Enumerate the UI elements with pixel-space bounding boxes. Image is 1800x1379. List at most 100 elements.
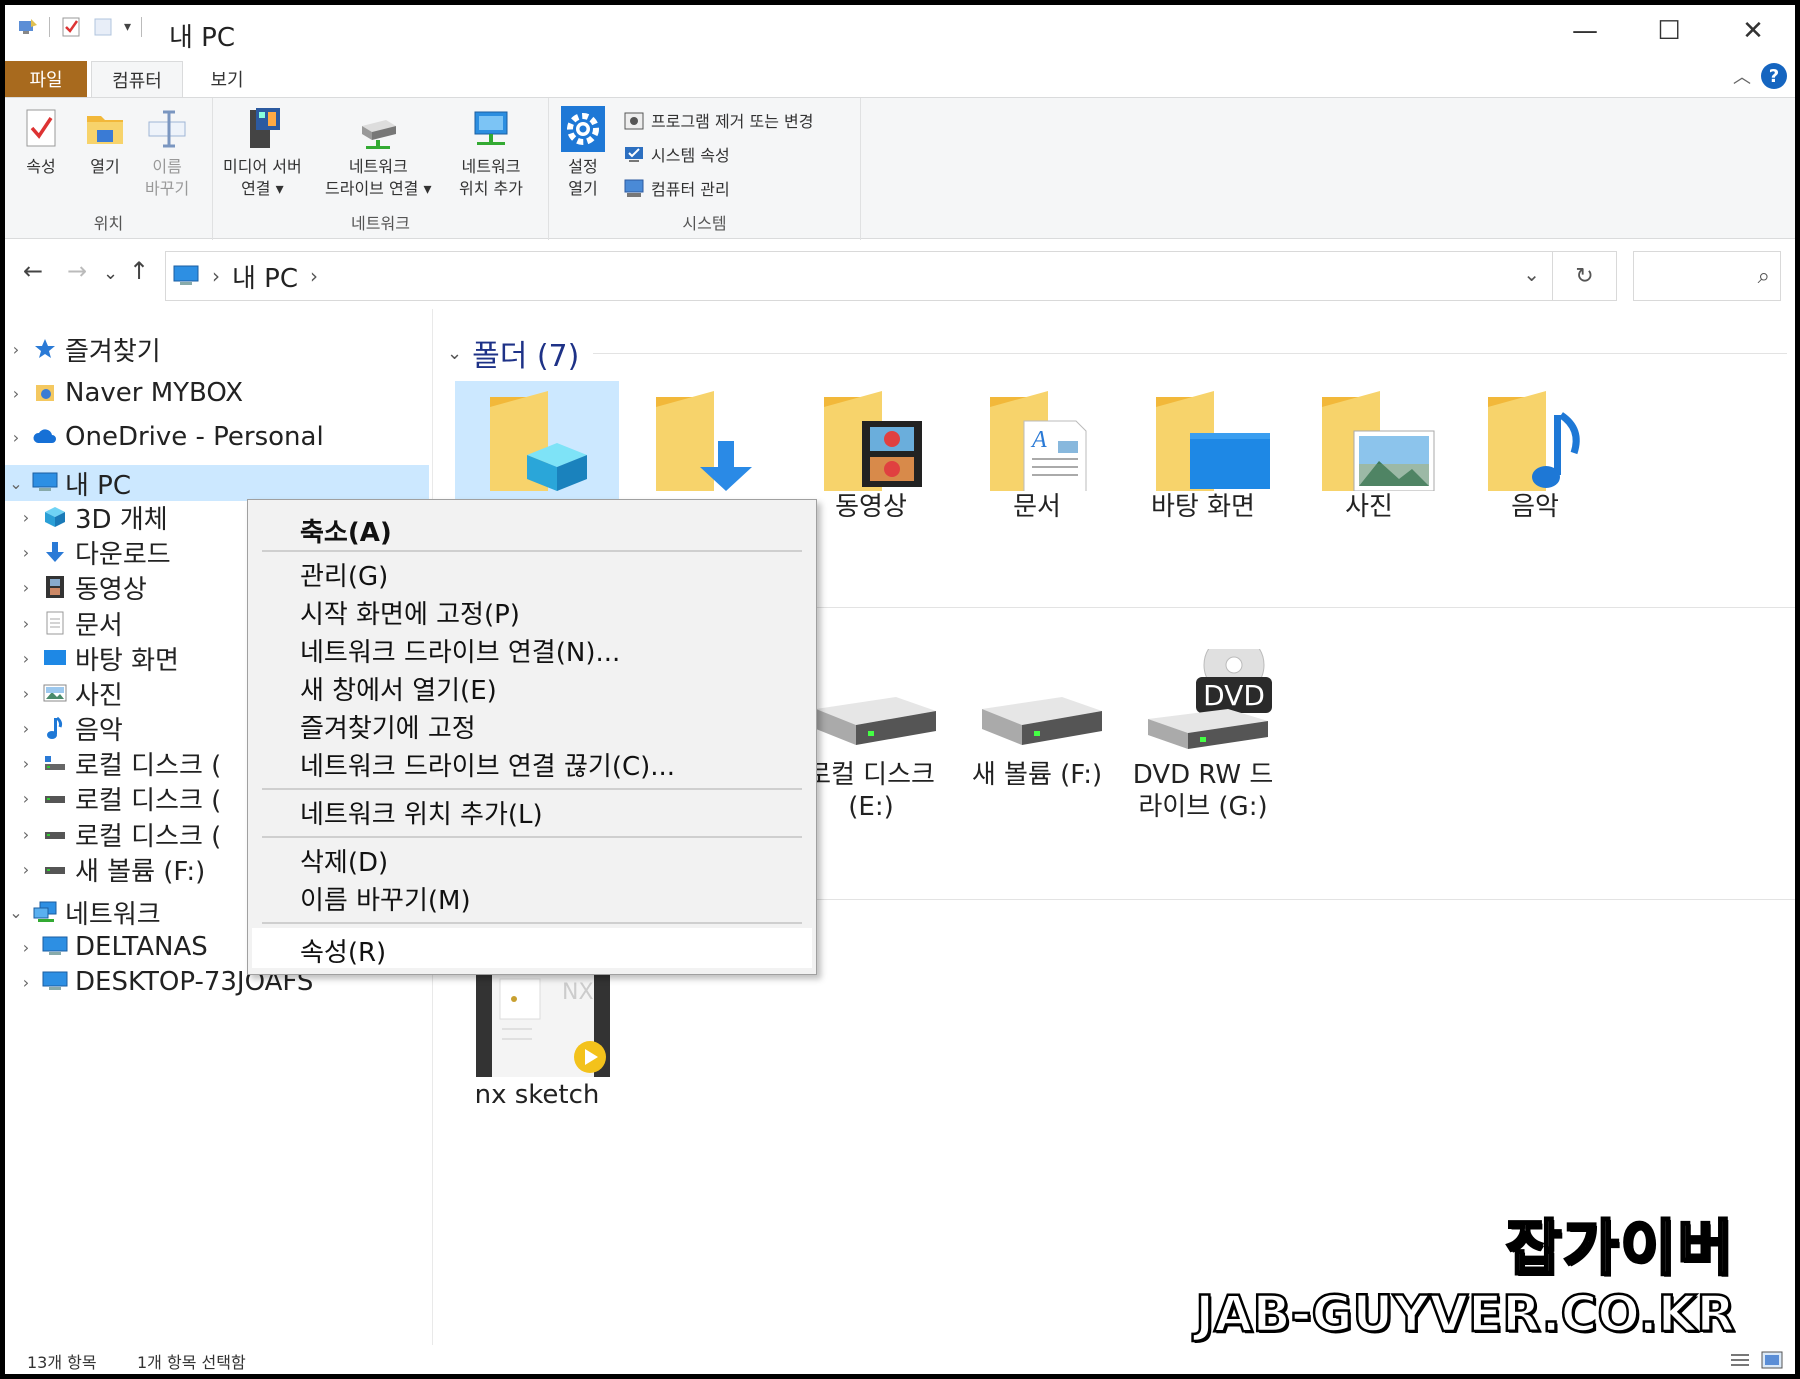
add-network-location-button[interactable]: 네트워크 위치 추가 [459,106,523,200]
explorer-app-icon[interactable] [17,15,39,39]
folder-tile-downloads[interactable] [621,381,785,491]
new-folder-icon[interactable] [92,15,114,39]
group-header-folders[interactable]: ⌄ 폴더 (7) [447,331,1787,375]
dvd-badge: DVD [1203,679,1265,712]
tree-label: 3D 개체 [75,504,168,535]
back-button[interactable]: ← [23,257,43,285]
tree-item-onedrive[interactable]: › OneDrive - Personal [5,419,429,455]
breadcrumb-this-pc[interactable]: 내 PC [232,258,298,295]
ribbon-group-location: 속성 열기 이름 바꾸기 위치 [5,98,213,240]
ribbon-tab-strip: 파일 컴퓨터 보기 ︿ ? [5,57,1795,97]
expand-chevron-icon[interactable]: › [15,719,37,738]
help-icon[interactable]: ? [1761,63,1787,89]
expand-chevron-icon[interactable]: › [15,825,37,844]
expand-chevron-icon[interactable]: › [15,684,37,703]
network-item-label: nx sketch [474,1080,600,1110]
video-file-thumbnail-icon: NX [476,959,610,1077]
rename-button[interactable]: 이름 바꾸기 [145,106,189,200]
open-button[interactable]: 열기 [83,106,127,178]
add-netloc-label-line1: 네트워크 [461,157,521,176]
breadcrumb-separator[interactable]: › [212,264,220,288]
drive-tile-new-volume-f[interactable]: 새 볼륨 (F:) [955,649,1119,791]
collapse-chevron-icon[interactable]: ⌄ [5,474,27,493]
address-bar[interactable]: › 내 PC › ⌄ [165,251,1553,301]
expand-chevron-icon[interactable]: › [15,973,37,992]
folder-tile-desktop[interactable]: 바탕 화면 [1121,381,1285,523]
address-dropdown-icon[interactable]: ⌄ [1523,262,1540,286]
tree-label: 즐겨찾기 [65,336,161,367]
menu-item-properties[interactable]: 속성(R) [300,932,386,969]
folder-tile-pictures[interactable]: 사진 [1287,381,1451,523]
menu-separator [262,836,802,838]
large-icons-view-icon[interactable] [1761,1351,1783,1369]
menu-item-pin-to-favorites[interactable]: 즐겨찾기에 고정 [300,708,476,745]
collapse-chevron-icon[interactable]: ⌄ [5,903,27,922]
search-input[interactable]: ⌕ [1633,251,1781,301]
close-button[interactable]: ✕ [1711,5,1795,57]
folder-videos-icon [824,391,922,491]
expand-chevron-icon[interactable]: › [15,938,37,957]
expand-chevron-icon[interactable]: › [15,508,37,527]
download-arrow-icon [41,540,69,564]
tree-item-naver-mybox[interactable]: › Naver MYBOX [5,375,429,411]
maximize-button[interactable]: ☐ [1627,5,1711,57]
menu-item-rename[interactable]: 이름 바꾸기(M) [300,880,471,917]
tree-label: 바탕 화면 [75,645,179,676]
collapse-ribbon-icon[interactable]: ︿ [1733,63,1751,89]
properties-check-icon[interactable] [60,15,82,39]
refresh-button[interactable]: ↻ [1553,251,1617,301]
group-label-network: 네트워크 [351,214,410,233]
customize-qat-dropdown-icon[interactable]: ▾ [124,19,131,35]
folder-tile-music[interactable]: 음악 [1453,381,1617,523]
menu-item-disconnect-network-drive[interactable]: 네트워크 드라이브 연결 끊기(C)... [300,746,675,783]
drive-tile-dvd-rw-g[interactable]: DVD DVD RW 드 라이브 (G:) [1121,649,1285,823]
menu-item-add-network-location[interactable]: 네트워크 위치 추가(L) [300,794,543,831]
uninstall-program-button[interactable]: 프로그램 제거 또는 변경 [623,108,813,132]
menu-item-collapse[interactable]: 축소(A) [300,512,392,549]
expand-chevron-icon[interactable]: › [5,428,27,447]
folder-tile-documents[interactable]: A 문서 [955,381,1119,523]
menu-item-map-network-drive[interactable]: 네트워크 드라이브 연결(N)... [300,632,620,669]
folder-label-music: 음악 [1511,492,1559,522]
expand-chevron-icon[interactable]: › [15,860,37,879]
tree-item-favorites[interactable]: › 즐겨찾기 [5,331,429,367]
expand-chevron-icon[interactable]: › [15,614,37,633]
expand-chevron-icon[interactable]: › [15,649,37,668]
ribbon-group-network: 미디어 서버 연결 ▾ 네트워크 드라이브 연결 ▾ 네트워크 위치 추가 네트… [213,98,549,240]
tab-file[interactable]: 파일 [5,61,87,97]
open-settings-button[interactable]: 설정 열기 [561,106,605,200]
tree-item-this-pc[interactable]: ⌄ 내 PC [5,465,429,501]
expand-chevron-icon[interactable]: › [15,754,37,773]
forward-button[interactable]: → [67,257,87,285]
map-network-drive-button[interactable]: 네트워크 드라이브 연결 ▾ [325,106,432,200]
expand-chevron-icon[interactable]: › [15,789,37,808]
menu-item-open-new-window[interactable]: 새 창에서 열기(E) [300,670,497,707]
group-collapse-icon[interactable]: ⌄ [447,343,462,364]
expand-chevron-icon[interactable]: › [5,340,27,359]
cloud-icon [31,425,59,449]
folder-3d-objects-icon [490,391,587,491]
menu-item-pin-to-start[interactable]: 시작 화면에 고정(P) [300,594,520,631]
menu-item-delete[interactable]: 삭제(D) [300,842,388,879]
expand-chevron-icon[interactable]: › [15,543,37,562]
minimize-button[interactable]: — [1543,5,1627,57]
tab-computer[interactable]: 컴퓨터 [91,61,183,97]
folder-pictures-icon [1322,391,1435,491]
media-server-icon [250,108,281,148]
expand-chevron-icon[interactable]: › [5,384,27,403]
system-properties-button[interactable]: 시스템 속성 [623,142,730,166]
properties-button[interactable]: 속성 [19,106,63,178]
computer-management-button[interactable]: 컴퓨터 관리 [623,176,730,200]
menu-separator [262,550,802,552]
settings-gear-icon [561,106,605,152]
up-button[interactable]: ↑ [129,257,149,285]
breadcrumb-separator[interactable]: › [310,264,318,288]
menu-item-manage[interactable]: 관리(G) [300,556,388,593]
details-view-icon[interactable] [1729,1351,1751,1369]
expand-chevron-icon[interactable]: › [15,578,37,597]
network-tile-nx-sketch[interactable]: NX nx sketch [455,959,619,1111]
recent-locations-dropdown[interactable]: ⌄ [103,263,118,284]
mybox-icon [31,381,59,405]
media-server-button[interactable]: 미디어 서버 연결 ▾ [223,106,302,200]
tab-view[interactable]: 보기 [185,61,269,97]
